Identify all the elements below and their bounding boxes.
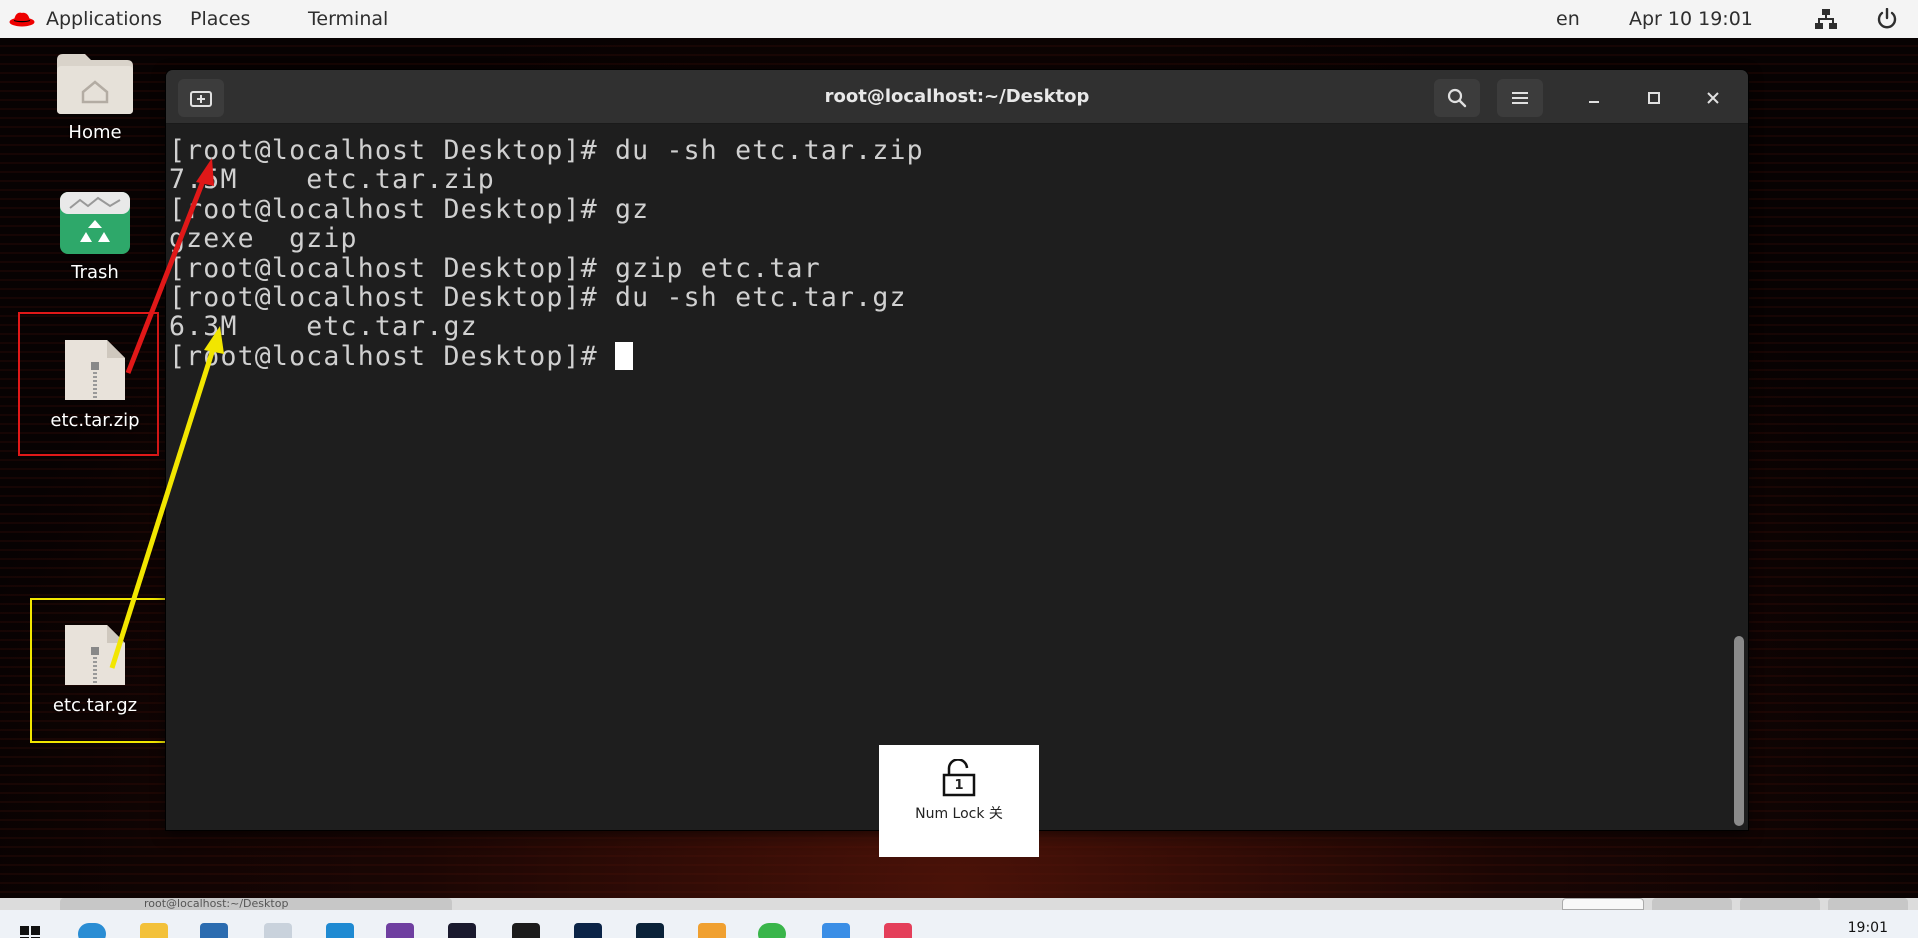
terminal-line: [root@localhost Desktop]# du -sh etc.tar… (169, 135, 924, 166)
file-explorer-icon[interactable] (140, 923, 168, 938)
window-titlebar[interactable]: root@localhost:~/Desktop (166, 70, 1748, 124)
edge-browser-icon[interactable] (78, 923, 106, 938)
hamburger-menu-button[interactable] (1497, 79, 1543, 117)
keyboard-language-indicator[interactable]: en (1556, 0, 1580, 38)
desktop-icon-home[interactable]: Home (30, 52, 160, 143)
home-folder-icon (57, 54, 133, 114)
close-icon (1707, 92, 1719, 104)
vscode-icon[interactable] (326, 923, 354, 938)
network-icon[interactable] (1814, 0, 1838, 38)
vm-tab[interactable]: root@localhost:~/Desktop (60, 898, 452, 910)
visual-studio-icon[interactable] (386, 923, 414, 938)
maximize-icon (1648, 92, 1660, 104)
gz-file-label: etc.tar.gz (52, 695, 138, 716)
vm-workspace-3[interactable] (1740, 898, 1820, 910)
vm-workspace-4[interactable] (1828, 898, 1908, 910)
new-tab-button[interactable] (178, 79, 224, 117)
terminal-line: [root@localhost Desktop]# gzip etc.tar (169, 252, 821, 284)
terminal-line: 6.3M etc.tar.gz (169, 311, 478, 343)
store-icon[interactable] (200, 923, 228, 938)
terminal-scrollbar[interactable] (1734, 636, 1744, 826)
start-icon[interactable] (20, 926, 40, 938)
vmware-icon[interactable] (822, 923, 850, 938)
maximize-button[interactable] (1640, 84, 1668, 112)
clock-datetime[interactable]: Apr 10 19:01 (1629, 0, 1753, 38)
num-lock-text: Num Lock 关 (915, 806, 1003, 822)
wechat-icon[interactable] (758, 923, 786, 938)
applications-menu[interactable]: Applications (46, 0, 162, 38)
zip-file-label: etc.tar.zip (50, 410, 140, 431)
minimize-icon (1589, 101, 1599, 103)
power-icon[interactable] (1876, 0, 1898, 38)
terminal-app-icon[interactable] (512, 923, 540, 938)
vm-workspace-2[interactable] (1652, 898, 1732, 910)
app-icon[interactable] (698, 923, 726, 938)
terminal-line: [root@localhost Desktop]# du -sh etc.tar… (169, 281, 907, 313)
app-icon[interactable] (264, 923, 292, 938)
terminal-line: [root@localhost Desktop]# gz (169, 193, 650, 225)
search-icon (1447, 88, 1467, 108)
photoshop-icon[interactable] (574, 923, 602, 938)
terminal-line: 7.5M etc.tar.zip (169, 164, 495, 196)
vm-tab-strip: root@localhost:~/Desktop (0, 898, 1918, 910)
intellij-icon[interactable] (448, 923, 476, 938)
trash-icon (60, 192, 130, 254)
num-lock-digit: 1 (954, 778, 964, 793)
terminal-output[interactable]: [root@localhost Desktop]# du -sh etc.tar… (169, 124, 1730, 830)
music-icon[interactable] (884, 923, 912, 938)
new-tab-icon (190, 91, 212, 107)
desktop-icon-trash[interactable]: Trash (30, 190, 160, 283)
search-button[interactable] (1434, 79, 1480, 117)
home-label: Home (68, 122, 122, 143)
terminal-prompt-line[interactable]: [root@localhost Desktop]# (169, 342, 1730, 371)
trash-label: Trash (71, 262, 119, 283)
desktop-icon-etc-tar-zip[interactable]: etc.tar.zip (30, 336, 160, 431)
text-cursor (615, 341, 634, 370)
terminal-prompt: [root@localhost Desktop]# (169, 340, 616, 372)
terminal-line: gzexe gzip (169, 223, 358, 255)
places-menu[interactable]: Places (190, 0, 250, 38)
hamburger-menu-icon (1512, 92, 1528, 104)
taskbar-clock[interactable]: 19:01 (1848, 920, 1888, 936)
lightroom-icon[interactable] (636, 923, 664, 938)
archive-file-icon (65, 340, 125, 400)
terminal-window[interactable]: root@localhost:~/Desktop [root@localhost… (166, 70, 1748, 830)
redhat-logo-icon (9, 12, 35, 27)
vm-tab-label: root@localhost:~/Desktop (144, 898, 289, 910)
minimize-button[interactable] (1580, 84, 1608, 112)
terminal-app-menu[interactable]: Terminal (308, 0, 388, 38)
gnome-top-bar: Applications Places Terminal en Apr 10 1… (0, 0, 1918, 38)
close-button[interactable] (1699, 84, 1727, 112)
num-lock-osd: 1 Num Lock 关 (879, 745, 1039, 857)
archive-file-icon (65, 625, 125, 685)
desktop-icon-etc-tar-gz[interactable]: etc.tar.gz (30, 621, 160, 716)
vm-workspace-1[interactable] (1562, 898, 1644, 910)
host-taskbar: 19:01 (0, 910, 1918, 938)
